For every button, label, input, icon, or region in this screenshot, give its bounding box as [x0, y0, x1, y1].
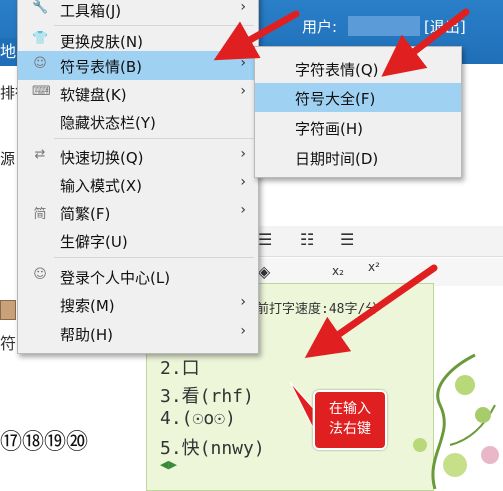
- annotation-arrows: [213, 8, 470, 429]
- callout-line-1: 在输入: [329, 401, 371, 417]
- callout-pointer: [289, 381, 314, 429]
- annotation-callout: 在输入 法右键: [313, 390, 387, 450]
- callout-line-2: 法右键: [329, 421, 371, 437]
- arrow-to-symbols: [213, 10, 300, 61]
- arrow-to-candidates: [304, 264, 438, 359]
- arrow-to-submenu: [381, 8, 470, 77]
